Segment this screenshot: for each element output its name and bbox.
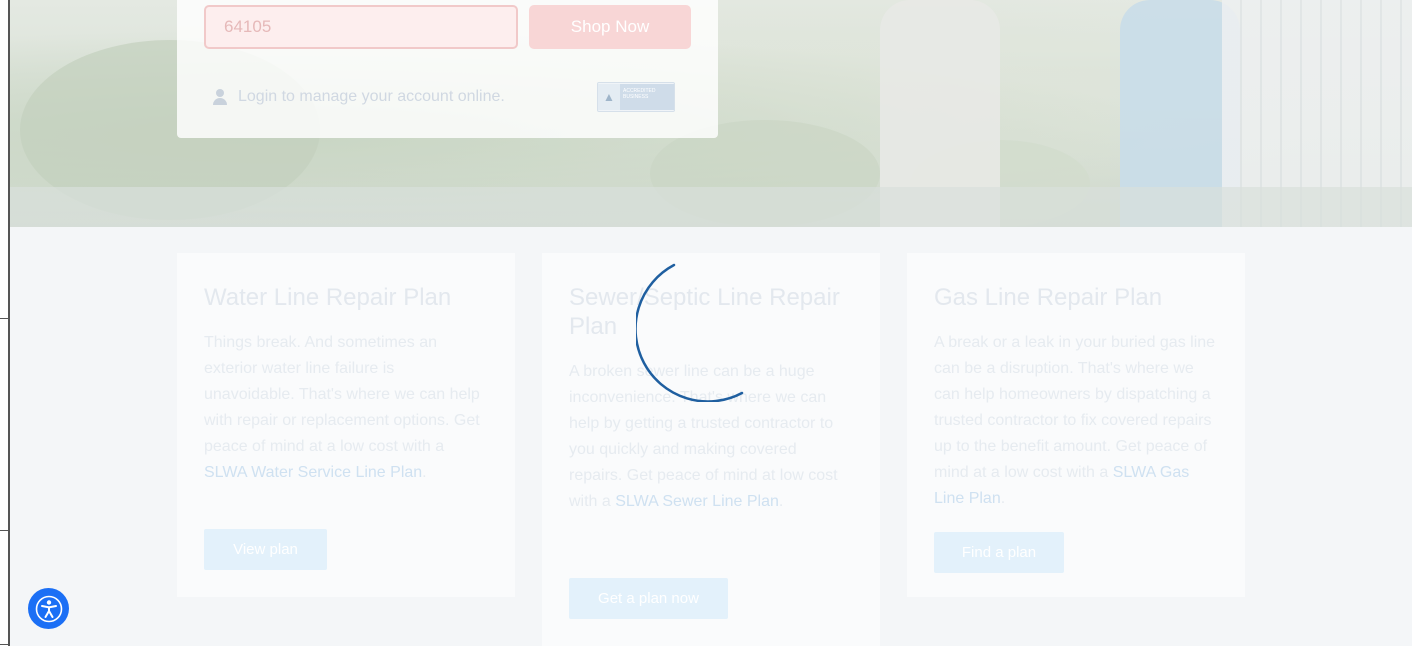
bbb-accredited-badge[interactable]: ▲ ACCREDITED BUSINESS bbox=[597, 82, 675, 112]
card-body: A break or a leak in your buried gas lin… bbox=[934, 334, 1216, 507]
find-a-plan-button[interactable]: Find a plan bbox=[934, 532, 1064, 573]
loading-spinner-icon bbox=[636, 263, 744, 402]
sewer-plan-link[interactable]: SLWA Sewer Line Plan bbox=[615, 493, 779, 510]
water-plan-link[interactable]: SLWA Water Service Line Plan bbox=[204, 464, 422, 481]
edge-tick bbox=[0, 318, 10, 319]
view-plan-button[interactable]: View plan bbox=[204, 529, 327, 570]
login-link[interactable]: Login to manage your account online. bbox=[212, 88, 505, 106]
card-title: Gas Line Repair Plan bbox=[934, 284, 1163, 311]
hero-ground bbox=[10, 187, 1412, 227]
get-a-plan-now-button[interactable]: Get a plan now bbox=[569, 578, 728, 619]
bbb-logo-icon: ▲ bbox=[598, 84, 620, 110]
zip-code-input[interactable]: 64105 bbox=[204, 5, 518, 49]
accessibility-icon bbox=[35, 595, 62, 622]
bbb-badge-text: ACCREDITED BUSINESS bbox=[620, 84, 674, 110]
accessibility-button[interactable] bbox=[28, 588, 69, 629]
card-title: Water Line Repair Plan bbox=[204, 284, 452, 311]
left-edge-frame bbox=[0, 0, 10, 646]
edge-tick bbox=[0, 644, 10, 645]
login-text: Login to manage your account online. bbox=[238, 88, 505, 105]
shop-panel: 64105 Shop Now Login to manage your acco… bbox=[177, 0, 718, 138]
edge-segment bbox=[8, 320, 10, 530]
shop-now-button[interactable]: Shop Now bbox=[529, 5, 691, 49]
card-body: Things break. And sometimes an exterior … bbox=[204, 334, 480, 481]
user-icon bbox=[212, 89, 228, 105]
edge-segment bbox=[8, 531, 10, 646]
